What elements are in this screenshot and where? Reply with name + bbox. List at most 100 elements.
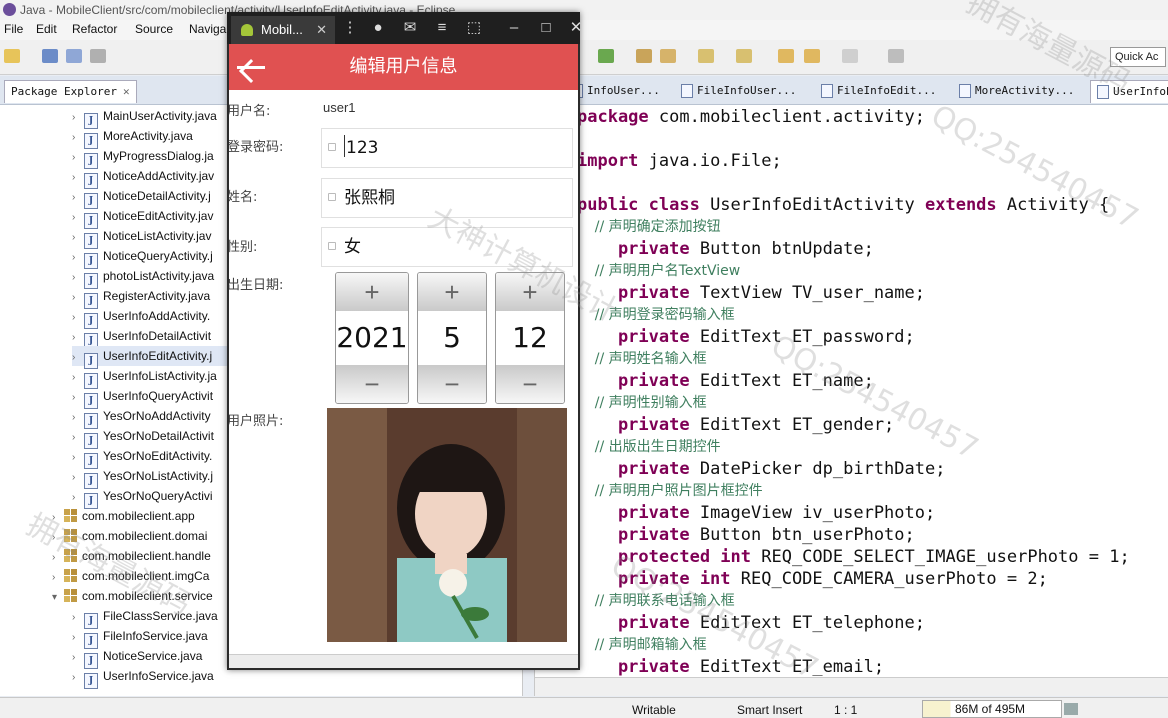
chevron-right-icon[interactable]: ›	[72, 168, 84, 188]
tree-package-item[interactable]: › com.mobileclient.handle	[52, 546, 232, 566]
editor-horizontal-scrollbar[interactable]	[535, 677, 1168, 696]
tree-file-item[interactable]: › J NoticeQueryActivity.j	[72, 246, 232, 269]
chevron-right-icon[interactable]: ›	[72, 488, 84, 508]
pin-editor-icon[interactable]	[888, 49, 904, 63]
editor-tab[interactable]: FileInfoUser...	[675, 80, 832, 102]
tree-package-item[interactable]: › com.mobileclient.imgCa	[52, 566, 232, 586]
print-icon[interactable]	[90, 49, 106, 63]
package-explorer-tab[interactable]: Package Explorer ✕	[4, 80, 137, 103]
open-type-icon[interactable]	[636, 49, 652, 63]
chevron-right-icon[interactable]: ›	[52, 528, 64, 548]
chevron-right-icon[interactable]: ›	[72, 228, 84, 248]
tree-package-item[interactable]: ▾ com.mobileclient.service	[52, 586, 232, 606]
chevron-right-icon[interactable]: ›	[72, 668, 84, 688]
forward-icon[interactable]	[842, 49, 858, 63]
prev-annotation-icon[interactable]	[736, 49, 752, 63]
next-annotation-icon[interactable]	[698, 49, 714, 63]
tree-file-item[interactable]: › J NoticeService.java	[72, 646, 232, 669]
back-icon[interactable]	[804, 49, 820, 63]
tree-file-item[interactable]: › J NoticeEditActivity.jav	[72, 206, 232, 229]
chevron-right-icon[interactable]: ›	[72, 328, 84, 348]
chevron-right-icon[interactable]: ›	[72, 188, 84, 208]
menu-icon[interactable]: ≡	[433, 19, 451, 37]
year-decrement-button[interactable]: −	[336, 365, 408, 403]
tree-file-item[interactable]: › J UserInfoQueryActivit	[72, 386, 232, 409]
tree-file-item[interactable]: › J MainUserActivity.java	[72, 106, 232, 129]
gender-field[interactable]: 女	[321, 227, 573, 267]
tree-file-item[interactable]: › J UserInfoAddActivity.	[72, 306, 232, 329]
tree-file-item[interactable]: › JphotoListActivity.java	[72, 266, 232, 289]
chevron-right-icon[interactable]: ›	[72, 368, 84, 388]
chevron-right-icon[interactable]: ›	[72, 308, 84, 328]
chevron-down-icon[interactable]: ▾	[52, 588, 64, 608]
tree-file-item[interactable]: › J FileClassService.java	[72, 606, 232, 629]
tree-file-item[interactable]: › J YesOrNoDetailActivit	[72, 426, 232, 449]
name-field[interactable]: 张熙桐	[321, 178, 573, 218]
chevron-right-icon[interactable]: ›	[72, 208, 84, 228]
tree-file-item[interactable]: › J YesOrNoAddActivity	[72, 406, 232, 429]
chevron-right-icon[interactable]: ›	[72, 148, 84, 168]
tree-file-item[interactable]: › J YesOrNoEditActivity.	[72, 446, 232, 469]
tree-file-item[interactable]: › J YesOrNoQueryActivi	[72, 486, 232, 509]
editor-tab-active[interactable]: UserInfoE	[1090, 80, 1168, 103]
user-photo[interactable]	[327, 408, 567, 642]
chevron-right-icon[interactable]: ›	[72, 448, 84, 468]
year-value[interactable]: 2021	[336, 311, 408, 365]
chevron-right-icon[interactable]: ›	[52, 568, 64, 588]
editor-tab[interactable]: MoreActivity...	[953, 80, 1105, 102]
month-value[interactable]: 5	[418, 311, 486, 365]
chevron-right-icon[interactable]: ›	[72, 428, 84, 448]
code-area[interactable]: package com.mobileclient.activity; import…	[535, 106, 1168, 676]
close-icon[interactable]: ✕	[316, 16, 327, 44]
close-window-icon[interactable]: ✕	[567, 19, 585, 37]
month-decrement-button[interactable]: −	[418, 365, 486, 403]
tree-file-item[interactable]: › J YesOrNoListActivity.j	[72, 466, 232, 489]
tree-file-item[interactable]: › J MoreActivity.java	[72, 126, 232, 149]
day-increment-button[interactable]: +	[496, 273, 564, 311]
tree-file-item[interactable]: › J UserInfoListActivity.ja	[72, 366, 232, 389]
more-icon[interactable]: ⋮	[341, 19, 359, 37]
close-icon[interactable]: ✕	[123, 85, 130, 98]
tree-file-item[interactable]: › J NoticeListActivity.jav	[72, 226, 232, 249]
run-icon[interactable]	[598, 49, 614, 63]
chevron-right-icon[interactable]: ›	[72, 248, 84, 268]
chevron-right-icon[interactable]: ›	[52, 548, 64, 568]
save-all-icon[interactable]	[66, 49, 82, 63]
chevron-right-icon[interactable]: ›	[72, 648, 84, 668]
last-edit-icon[interactable]	[778, 49, 794, 63]
chevron-right-icon[interactable]: ›	[72, 388, 84, 408]
heap-status[interactable]: 86M of 495M	[922, 700, 1062, 718]
password-field[interactable]: 123	[321, 128, 573, 168]
day-value[interactable]: 12	[496, 311, 564, 365]
screenshot-icon[interactable]: ⬚	[465, 19, 483, 37]
year-increment-button[interactable]: +	[336, 273, 408, 311]
tree-file-item[interactable]: › J UserInfoDetailActivit	[72, 326, 232, 349]
chevron-right-icon[interactable]: ›	[72, 348, 84, 368]
menu-file[interactable]: File	[4, 22, 23, 36]
tree-file-item[interactable]: › J UserInfoService.java	[72, 666, 232, 689]
menu-edit[interactable]: Edit	[36, 22, 57, 36]
tree-file-item[interactable]: › J FileInfoService.java	[72, 626, 232, 649]
tree-file-item[interactable]: › J NoticeDetailActivity.j	[72, 186, 232, 209]
tree-file-item[interactable]: › J NoticeAddActivity.jav	[72, 166, 232, 189]
quick-access-input[interactable]: Quick Ac	[1110, 47, 1166, 67]
maximize-icon[interactable]: □	[537, 19, 555, 37]
new-icon[interactable]	[4, 49, 20, 63]
chevron-right-icon[interactable]: ›	[72, 288, 84, 308]
chevron-right-icon[interactable]: ›	[72, 608, 84, 628]
day-decrement-button[interactable]: −	[496, 365, 564, 403]
menu-refactor[interactable]: Refactor	[72, 22, 117, 36]
editor-tab[interactable]: FileInfoEdit...	[815, 80, 969, 102]
month-increment-button[interactable]: +	[418, 273, 486, 311]
tree-file-item[interactable]: › J MyProgressDialog.ja	[72, 146, 232, 169]
menu-navigate[interactable]: Naviga	[189, 22, 226, 36]
emulator-tab[interactable]: Mobil... ✕	[231, 16, 335, 44]
chevron-right-icon[interactable]: ›	[72, 408, 84, 428]
tree-file-item[interactable]: › J RegisterActivity.java	[72, 286, 232, 309]
trash-icon[interactable]	[1064, 703, 1078, 715]
search-icon[interactable]	[660, 49, 676, 63]
account-icon[interactable]: ●	[369, 19, 387, 37]
chevron-right-icon[interactable]: ›	[72, 128, 84, 148]
chevron-right-icon[interactable]: ›	[72, 628, 84, 648]
save-icon[interactable]	[42, 49, 58, 63]
